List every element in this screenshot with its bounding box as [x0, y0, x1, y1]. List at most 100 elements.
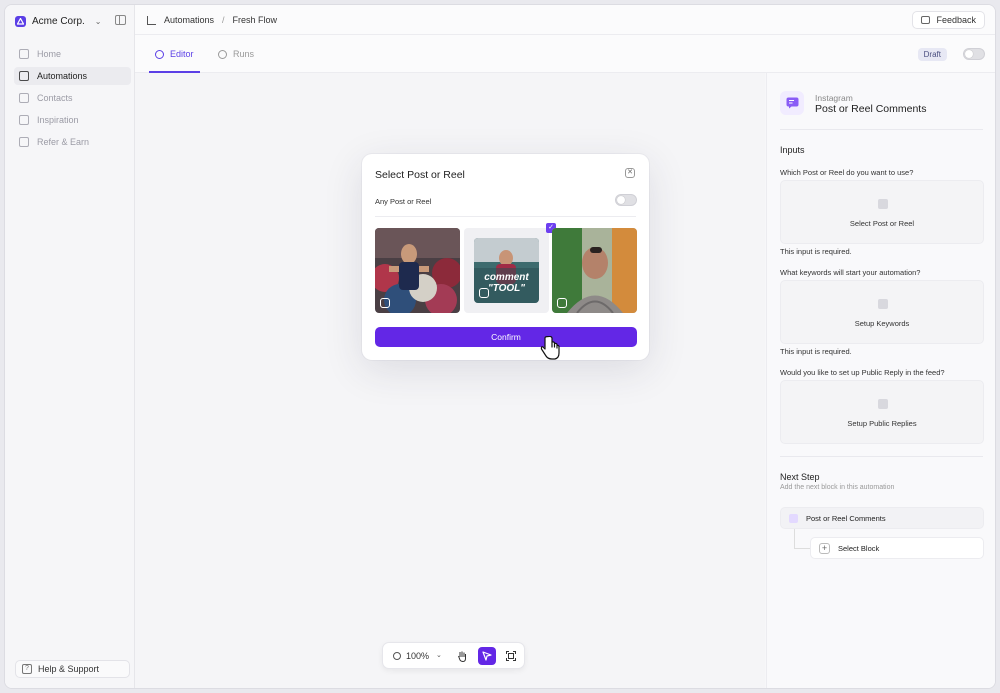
breadcrumb-automations[interactable]: Automations — [164, 15, 214, 25]
required-note: This input is required. — [780, 347, 852, 356]
instagram-comment-icon — [780, 91, 804, 115]
next-step-note: Add the next block in this automation — [780, 484, 895, 491]
home-icon — [19, 49, 29, 59]
sidebar-item-label: Home — [37, 49, 62, 59]
step-label: Post or Reel Comments — [806, 513, 886, 523]
thumbnail-caption-1: comment — [484, 272, 529, 283]
frame-icon — [506, 651, 516, 661]
connector-line — [794, 529, 795, 548]
gift-icon — [19, 137, 29, 147]
confirm-button[interactable]: Confirm — [375, 327, 637, 347]
fit-view-button[interactable] — [502, 647, 520, 665]
flow-icon — [147, 15, 156, 25]
divider — [375, 216, 636, 217]
sidebar-item-contacts[interactable]: Contacts — [14, 89, 131, 107]
feedback-button[interactable]: Feedback — [912, 11, 985, 29]
any-post-toggle[interactable] — [615, 194, 637, 206]
step-block[interactable]: Post or Reel Comments — [780, 507, 984, 529]
plus-icon: + — [819, 542, 830, 554]
select-block-button[interactable]: + Select Block — [810, 537, 984, 559]
help-support-button[interactable]: ? Help & Support — [15, 660, 130, 678]
tab-label: Runs — [233, 49, 255, 59]
zoom-level[interactable]: 100% — [406, 651, 429, 661]
sidebar-item-label: Refer & Earn — [37, 137, 90, 147]
tabs-bar: Editor Runs Draft — [135, 35, 995, 73]
automations-icon — [19, 71, 29, 81]
post-image-2: comment "TOOL" — [474, 238, 539, 303]
tab-label: Editor — [170, 49, 194, 59]
any-post-label: Any Post or Reel — [375, 197, 432, 206]
panel-title: Post or Reel Comments — [815, 103, 927, 115]
editor-icon — [155, 49, 164, 59]
help-label: Help & Support — [38, 664, 100, 674]
comment-icon — [789, 513, 798, 523]
input-question-post: Which Post or Reel do you want to use? — [780, 168, 914, 177]
org-switcher[interactable]: Acme Corp. ⌄ — [15, 14, 102, 28]
post-thumbnail-3[interactable] — [552, 228, 637, 313]
input-question-replies: Would you like to set up Public Reply in… — [780, 368, 945, 377]
zoom-toolbar: 100% ⌄ — [382, 642, 525, 669]
breadcrumb-current: Fresh Flow — [232, 15, 278, 25]
breadcrumb: Automations / Fresh Flow — [147, 15, 277, 25]
sidebar-item-refer[interactable]: Refer & Earn — [14, 133, 131, 151]
inputs-heading: Inputs — [780, 145, 805, 155]
org-name: Acme Corp. — [32, 15, 85, 27]
sidebar-toggle-icon[interactable] — [115, 15, 126, 25]
status-badge: Draft — [917, 48, 947, 61]
keywords-icon — [878, 299, 888, 309]
chevron-down-icon[interactable]: ⌄ — [436, 651, 442, 659]
flow-canvas[interactable]: Select Post or Reel ✕ Any Post or Reel c… — [135, 73, 765, 688]
app-window: Acme Corp. ⌄ Home Automations Contacts I… — [4, 4, 996, 689]
contacts-icon — [19, 93, 29, 103]
next-step-heading: Next Step — [780, 472, 820, 482]
message-icon — [921, 16, 931, 24]
pan-tool-button[interactable] — [453, 647, 471, 665]
org-logo-icon — [15, 15, 26, 27]
divider — [780, 129, 983, 130]
hand-cursor-icon — [540, 336, 560, 360]
reel-icon — [380, 298, 390, 308]
reel-icon — [479, 288, 489, 298]
divider — [780, 456, 983, 457]
input-box-label: Setup Public Replies — [847, 419, 917, 428]
sidebar-item-label: Contacts — [37, 93, 73, 103]
feedback-label: Feedback — [936, 15, 976, 25]
zoom-icon — [393, 652, 401, 660]
reply-icon — [878, 399, 888, 409]
select-tool-button[interactable] — [478, 647, 496, 665]
connector-line — [794, 548, 810, 549]
post-thumbnail-2[interactable]: comment "TOOL" ✓ — [464, 223, 556, 313]
sidebar-item-label: Inspiration — [37, 115, 79, 125]
input-box-label: Setup Keywords — [854, 319, 910, 328]
post-thumbnail-1[interactable] — [375, 228, 460, 313]
publish-toggle[interactable] — [963, 48, 985, 60]
breadcrumb-separator: / — [222, 15, 225, 25]
header: Automations / Fresh Flow Feedback — [135, 5, 995, 35]
close-icon[interactable]: ✕ — [625, 168, 635, 178]
select-post-input[interactable]: Select Post or Reel — [780, 180, 984, 244]
input-question-keywords: What keywords will start your automation… — [780, 268, 921, 277]
sidebar-item-label: Automations — [37, 71, 88, 81]
required-note: This input is required. — [780, 247, 852, 256]
setup-keywords-input[interactable]: Setup Keywords — [780, 280, 984, 344]
sidebar-item-automations[interactable]: Automations — [14, 67, 131, 85]
sidebar: Acme Corp. ⌄ Home Automations Contacts I… — [5, 5, 135, 688]
sidebar-nav: Home Automations Contacts Inspiration Re… — [14, 45, 131, 155]
settings-panel: Instagram Post or Reel Comments Inputs W… — [766, 73, 995, 688]
input-box-label: Select Post or Reel — [849, 219, 915, 228]
select-post-modal: Select Post or Reel ✕ Any Post or Reel c… — [362, 154, 649, 360]
reel-icon — [557, 298, 567, 308]
pointer-icon — [482, 651, 492, 661]
post-icon — [878, 199, 888, 209]
runs-icon — [218, 49, 227, 59]
sidebar-item-inspiration[interactable]: Inspiration — [14, 111, 131, 129]
tab-editor[interactable]: Editor — [149, 35, 199, 73]
setup-replies-input[interactable]: Setup Public Replies — [780, 380, 984, 444]
panel-platform: Instagram — [815, 93, 853, 103]
inspiration-icon — [19, 115, 29, 125]
sidebar-item-home[interactable]: Home — [14, 45, 131, 63]
tab-runs[interactable]: Runs — [218, 35, 254, 73]
chevron-down-icon: ⌄ — [94, 16, 102, 26]
select-block-label: Select Block — [838, 543, 880, 553]
modal-title: Select Post or Reel — [375, 169, 465, 181]
